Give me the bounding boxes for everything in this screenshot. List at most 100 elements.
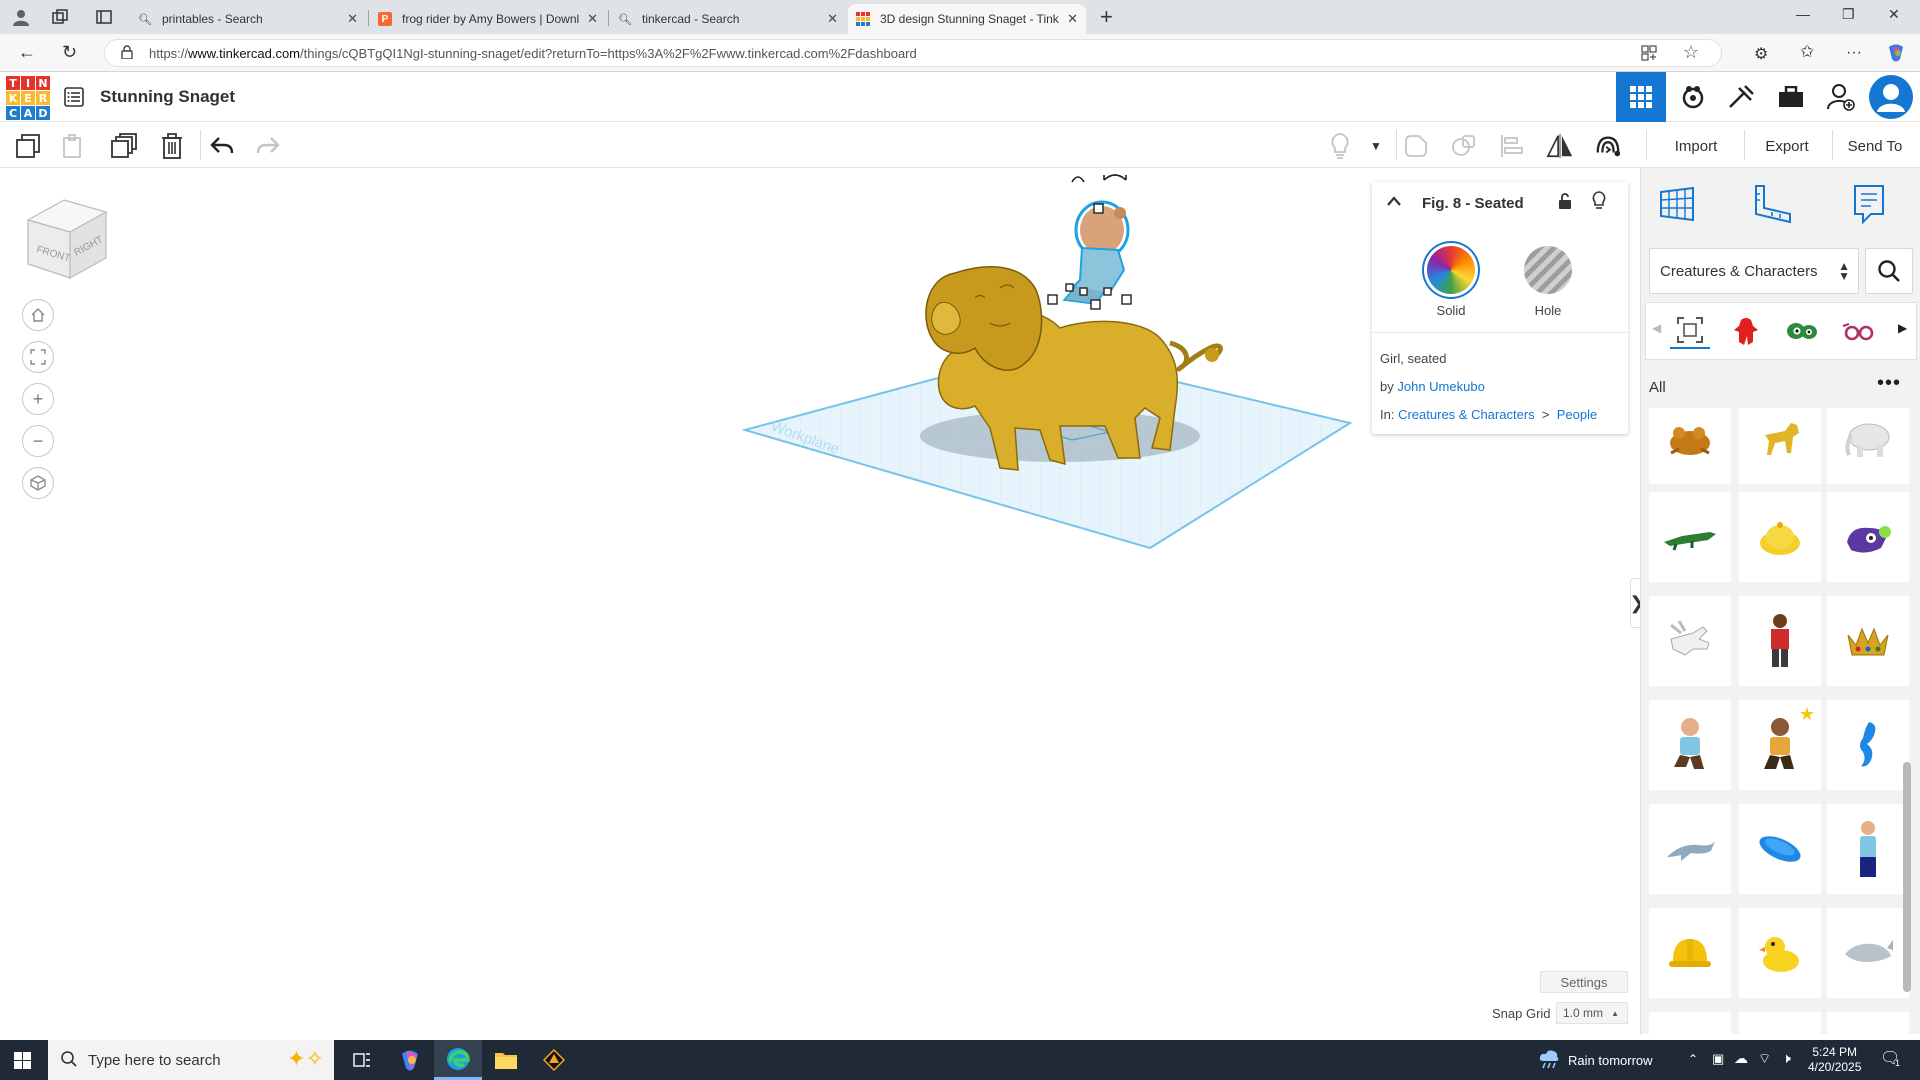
ungroup-icon[interactable] <box>1450 132 1478 160</box>
weather-widget[interactable]: Rain tomorrow <box>1538 1040 1653 1080</box>
close-tab-icon[interactable]: ✕ <box>587 11 598 27</box>
eyes-icon[interactable] <box>1782 313 1822 349</box>
close-window-icon[interactable]: ✕ <box>1888 6 1900 23</box>
avatar[interactable] <box>1866 72 1916 122</box>
3d-view-button[interactable] <box>1616 72 1666 122</box>
onedrive-icon[interactable]: ☁ <box>1734 1050 1748 1067</box>
undo-icon[interactable] <box>208 132 236 160</box>
tab-tinkercad-design[interactable]: 3D design Stunning Snaget - Tink ✕ <box>848 4 1086 34</box>
paste-icon[interactable] <box>60 132 88 160</box>
ruler-icon[interactable] <box>1749 182 1793 226</box>
send-to-button[interactable]: Send To <box>1834 133 1916 159</box>
shape-tile-white-hands[interactable] <box>1649 596 1731 686</box>
tab-tinkercad-search[interactable]: 🔍︎ tinkercad - Search ✕ <box>610 4 846 34</box>
tab-actions-icon[interactable] <box>96 9 112 30</box>
chevron-left-icon[interactable]: ◀ <box>1652 321 1661 335</box>
chevron-down-icon[interactable]: ▼ <box>1362 132 1390 160</box>
shape-list-scrollbar[interactable] <box>1903 762 1911 992</box>
close-tab-icon[interactable]: ✕ <box>827 11 838 27</box>
url-field[interactable]: https://www.tinkercad.com/things/cQBTgQI… <box>104 39 1722 67</box>
new-tab-icon[interactable]: + <box>1100 4 1113 30</box>
settings-button[interactable]: Settings <box>1540 971 1628 993</box>
rotate-handles-icon[interactable] <box>1071 174 1127 183</box>
favorite-star-icon[interactable]: ☆ <box>1683 42 1699 63</box>
snap-grid-select[interactable]: 1.0 mm ▲ <box>1556 1002 1628 1024</box>
align-icon[interactable] <box>1498 132 1526 160</box>
shape-tile-yellow-blob[interactable] <box>1739 492 1821 582</box>
visibility-bulb-icon[interactable] <box>1592 191 1606 216</box>
blocks-icon[interactable] <box>1668 72 1718 122</box>
import-button[interactable]: Import <box>1656 133 1736 159</box>
hole-swatch[interactable] <box>1524 246 1572 294</box>
design-title[interactable]: Stunning Snaget <box>100 87 235 107</box>
minimize-icon[interactable]: — <box>1796 6 1810 22</box>
subcategory-link[interactable]: People <box>1557 407 1597 422</box>
tab-printables-search[interactable]: 🔍︎ printables - Search ✕ <box>130 4 366 34</box>
meet-now-icon[interactable]: ▣ <box>1712 1051 1724 1067</box>
add-user-icon[interactable] <box>1816 72 1866 122</box>
lock-icon[interactable] <box>1558 192 1572 215</box>
close-tab-icon[interactable]: ✕ <box>347 11 358 27</box>
workspaces-icon[interactable] <box>52 9 68 30</box>
mirror-icon[interactable] <box>1546 132 1574 160</box>
more-options-icon[interactable]: ••• <box>1877 372 1901 395</box>
copy-icon[interactable] <box>14 132 42 160</box>
duplicate-icon[interactable] <box>110 132 138 160</box>
category-link[interactable]: Creatures & Characters <box>1398 407 1535 422</box>
shape-tile-figure-standing-blue[interactable] <box>1827 804 1909 894</box>
delete-icon[interactable] <box>158 132 186 160</box>
notes-icon[interactable] <box>1847 182 1891 226</box>
tab-frog-rider[interactable]: P frog rider by Amy Bowers | Downl ✕ <box>370 4 606 34</box>
shape-tile-figure-seated-blue[interactable] <box>1649 700 1731 790</box>
file-explorer-icon[interactable] <box>482 1040 530 1080</box>
app-available-icon[interactable] <box>1641 45 1657 66</box>
workplane-tool-icon[interactable] <box>1655 182 1699 226</box>
wifi-icon[interactable]: ⌔ <box>1758 1050 1771 1068</box>
clock[interactable]: 5:24 PM 4/20/2025 <box>1808 1040 1861 1080</box>
shape-title[interactable]: Fig. 8 - Seated <box>1422 195 1524 212</box>
solid-color-swatch[interactable] <box>1427 246 1475 294</box>
shape-tile-whale[interactable] <box>1827 908 1909 998</box>
glasses-icon[interactable] <box>1838 313 1878 349</box>
shape-tile-gold-crown[interactable] <box>1827 596 1909 686</box>
copilot-icon[interactable] <box>1886 43 1906 68</box>
shape-category-select[interactable]: Creatures & Characters ▲ ▼ <box>1649 248 1859 294</box>
more-options-icon[interactable]: ··· <box>1846 44 1862 62</box>
shape-tile-figure-seated-brown[interactable]: ★ <box>1739 700 1821 790</box>
shape-tile-purple-creature[interactable] <box>1827 492 1909 582</box>
design-list-icon[interactable] <box>64 87 84 112</box>
shape-tile-hardhat[interactable] <box>1649 908 1731 998</box>
edge-browser-icon[interactable] <box>434 1040 482 1080</box>
favorite-star-icon[interactable]: ★ <box>1799 704 1815 725</box>
app-diamond-icon[interactable] <box>530 1040 578 1080</box>
shape-tile-figure-red[interactable] <box>1739 596 1821 686</box>
restore-icon[interactable]: ❐ <box>1842 6 1855 23</box>
profile-icon[interactable] <box>12 8 30 31</box>
shape-tile-dolphin[interactable] <box>1649 804 1731 894</box>
windows-start-icon[interactable] <box>14 1052 31 1074</box>
shape-tile-blue-disc[interactable] <box>1739 804 1821 894</box>
notes-light-icon[interactable] <box>1326 132 1354 160</box>
cruise-icon[interactable] <box>1594 132 1622 160</box>
export-button[interactable]: Export <box>1744 133 1830 159</box>
tinkercad-logo[interactable]: TIN KER CAD <box>6 76 50 120</box>
chevron-right-icon[interactable]: ▶ <box>1898 321 1907 335</box>
chevron-up-icon[interactable]: ⌃ <box>1688 1052 1698 1066</box>
shape-search-button[interactable] <box>1865 248 1913 294</box>
group-icon[interactable] <box>1402 132 1430 160</box>
sim-lab-icon[interactable] <box>1766 72 1816 122</box>
shape-tile-rubber-duck[interactable] <box>1739 908 1821 998</box>
shape-tile-white-elephant[interactable] <box>1827 408 1909 484</box>
redo-icon[interactable] <box>254 132 282 160</box>
favorites-icon[interactable]: ✩ <box>1800 42 1814 62</box>
volume-icon[interactable]: 🕨 <box>1782 1050 1791 1067</box>
shape-tile-yellow-dog[interactable] <box>1739 408 1821 484</box>
collapse-chevron-icon[interactable] <box>1386 194 1402 212</box>
back-icon[interactable]: ← <box>18 42 36 63</box>
copilot-app-icon[interactable] <box>386 1040 434 1080</box>
shape-tile-crocodile[interactable] <box>1649 492 1731 582</box>
all-shapes-icon[interactable] <box>1670 313 1710 349</box>
shape-tile-toad[interactable] <box>1649 408 1731 484</box>
shape-tile-blue-seahorse[interactable] <box>1827 700 1909 790</box>
taskbar-search-input[interactable]: Type here to search ✦✧ <box>48 1040 334 1080</box>
